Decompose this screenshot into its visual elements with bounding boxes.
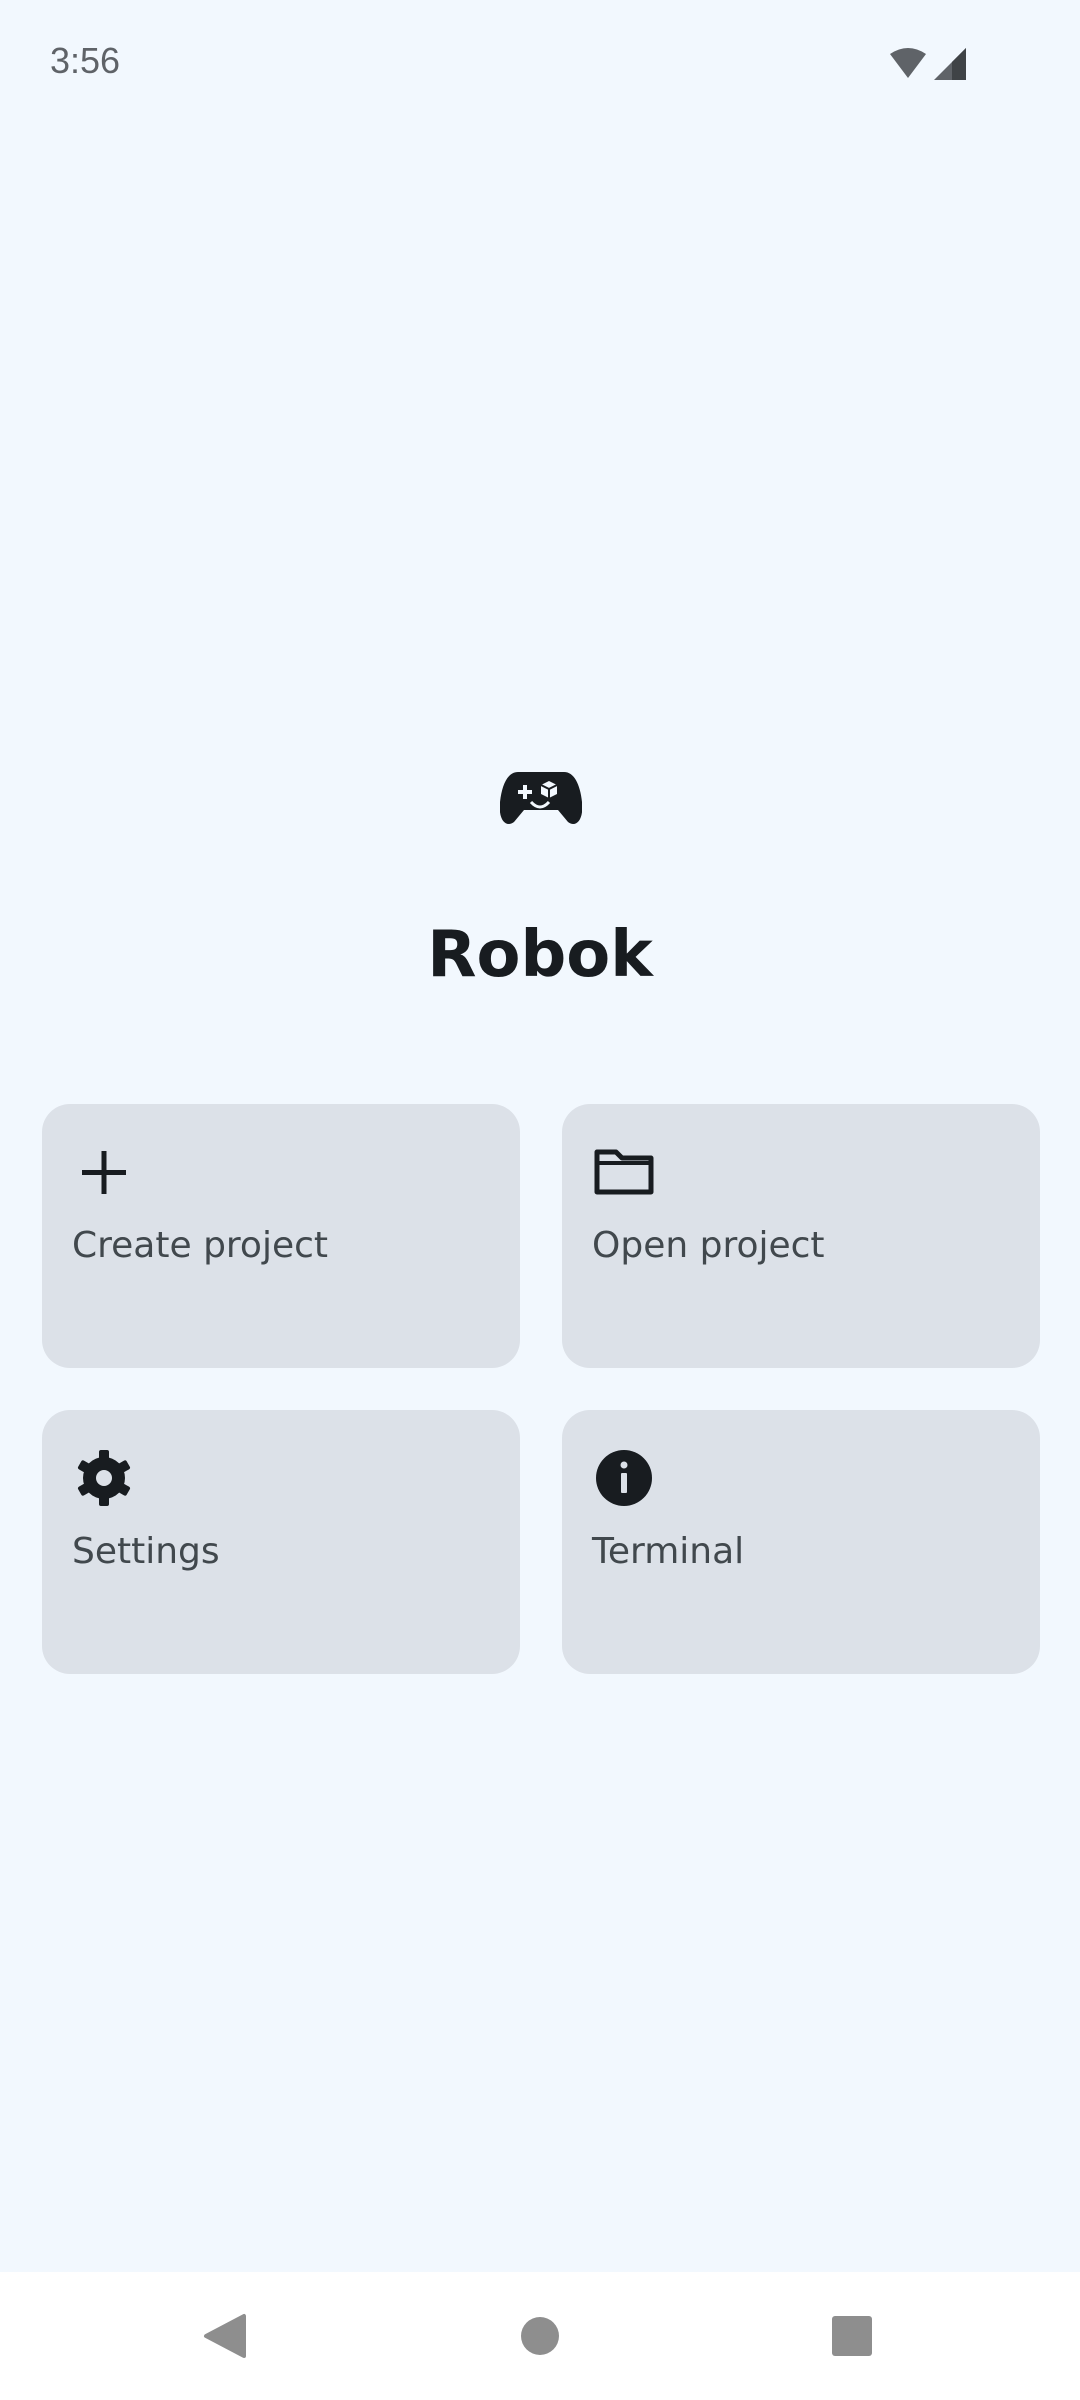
navigation-bar	[0, 2272, 1080, 2400]
plus-icon	[82, 1151, 126, 1194]
cellular-signal-icon	[934, 48, 966, 80]
open-project-button[interactable]: Open project	[562, 1104, 1040, 1368]
gamepad-icon	[500, 772, 582, 824]
gear-icon	[77, 1450, 131, 1506]
open-project-label: Open project	[592, 1225, 825, 1266]
status-time: 3:56	[50, 40, 121, 81]
recents-icon[interactable]	[812, 2296, 892, 2376]
home-icon[interactable]	[500, 2296, 580, 2376]
settings-label: Settings	[72, 1531, 220, 1572]
create-project-label: Create project	[72, 1225, 329, 1266]
settings-button[interactable]: Settings	[42, 1410, 520, 1674]
status-icons	[890, 48, 966, 80]
status-bar: 3:56	[0, 0, 1080, 130]
wifi-icon	[890, 48, 926, 78]
terminal-label: Terminal	[592, 1531, 745, 1572]
back-icon[interactable]	[186, 2296, 266, 2376]
create-project-button[interactable]: Create project	[42, 1104, 520, 1368]
app-title: Robok	[427, 918, 653, 992]
terminal-button[interactable]: Terminal	[562, 1410, 1040, 1674]
folder-icon	[594, 1149, 654, 1195]
info-icon	[596, 1450, 652, 1506]
